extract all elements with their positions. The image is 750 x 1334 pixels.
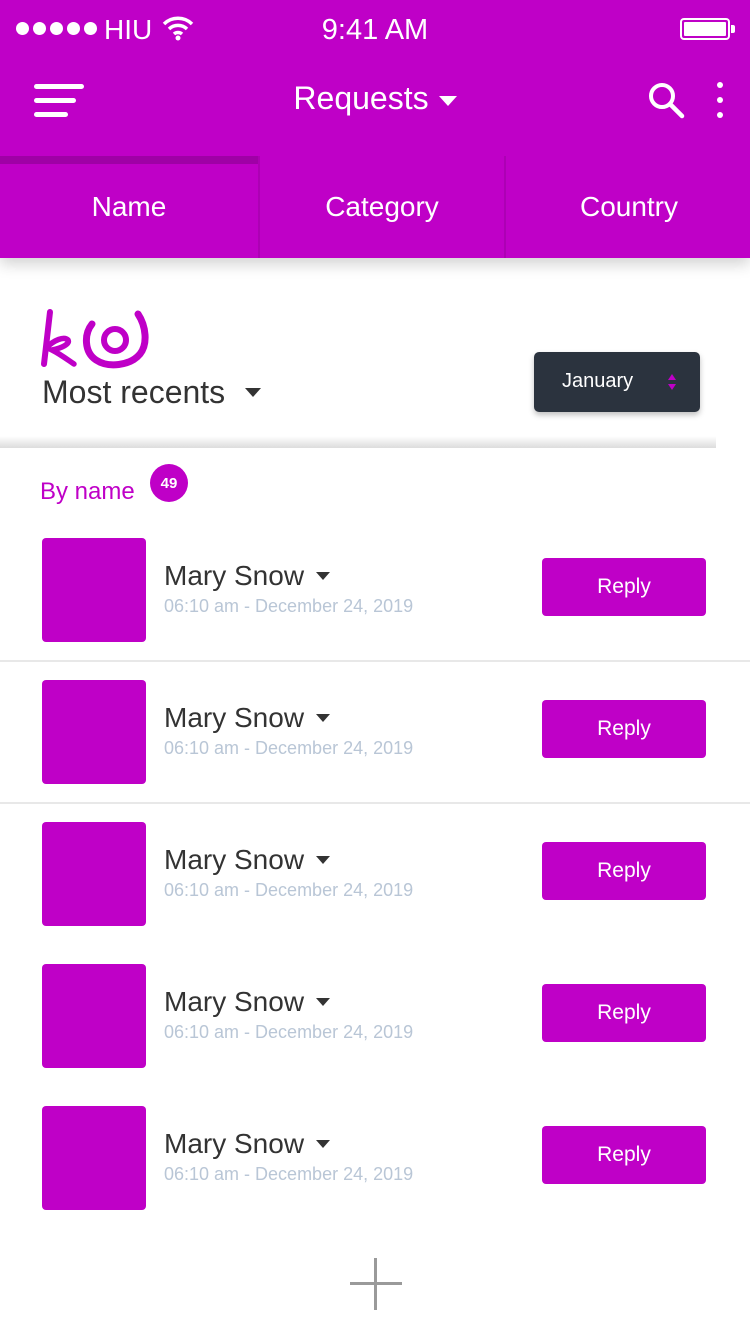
avatar [42,538,146,642]
requester-name-dropdown[interactable]: Mary Snow [164,1128,331,1160]
requester-name-dropdown[interactable]: Mary Snow [164,986,331,1018]
sort-arrows-icon [668,374,676,390]
more-vertical-icon[interactable] [712,78,728,122]
battery-icon [680,18,735,40]
month-select[interactable]: January [534,352,700,412]
requester-name: Mary Snow [164,844,305,875]
status-time: 9:41 AM [321,14,429,46]
title-dropdown[interactable]: Requests [0,80,750,117]
request-date: 06:10 am - December 24, 2019 [164,880,414,900]
tab-name[interactable]: Name [0,156,258,258]
chevron-down-icon [316,1140,331,1148]
chevron-down-icon [316,856,331,864]
tab-bar: Name Category Country [0,156,750,258]
requester-name-dropdown[interactable]: Mary Snow [164,560,331,592]
reply-button[interactable]: Reply [542,700,706,758]
avatar [42,1106,146,1210]
page-title: Requests [293,80,429,116]
month-label: January [562,370,634,392]
reply-button[interactable]: Reply [542,984,706,1042]
app-header: HIU 9:41 AM Requests Name Category Count… [0,0,750,258]
list-item: Mary Snow 06:10 am - December 24, 2019 R… [0,1092,750,1212]
chevron-down-icon [438,95,457,106]
section-title: By name [40,478,135,505]
reply-button[interactable]: Reply [542,842,706,900]
brand-logo [41,309,149,369]
plus-icon[interactable] [350,1258,402,1310]
tab-category[interactable]: Category [258,156,504,258]
requester-name: Mary Snow [164,560,305,591]
chevron-down-icon [316,714,331,722]
list-item: Mary Snow 06:10 am - December 24, 2019 R… [0,666,750,786]
section-divider [0,436,716,448]
request-date: 06:10 am - December 24, 2019 [164,596,414,616]
requester-name-dropdown[interactable]: Mary Snow [164,844,331,876]
row-divider [0,802,750,804]
reply-button[interactable]: Reply [542,1126,706,1184]
request-date: 06:10 am - December 24, 2019 [164,738,414,758]
request-date: 06:10 am - December 24, 2019 [164,1022,414,1042]
requester-name: Mary Snow [164,702,305,733]
requester-name: Mary Snow [164,986,305,1017]
sort-dropdown[interactable]: Most recents [42,374,262,411]
requester-name-dropdown[interactable]: Mary Snow [164,702,331,734]
tab-country[interactable]: Country [504,156,750,258]
requester-name: Mary Snow [164,1128,305,1159]
list-item: Mary Snow 06:10 am - December 24, 2019 R… [0,950,750,1070]
chevron-down-icon [245,388,262,397]
avatar [42,680,146,784]
row-divider [0,660,750,662]
list-item: Mary Snow 06:10 am - December 24, 2019 R… [0,524,750,644]
chevron-down-icon [316,572,331,580]
count-badge: 49 [150,464,188,502]
request-date: 06:10 am - December 24, 2019 [164,1164,414,1184]
avatar [42,822,146,926]
search-icon[interactable] [646,80,686,120]
list-item: Mary Snow 06:10 am - December 24, 2019 R… [0,808,750,928]
avatar [42,964,146,1068]
sort-label: Most recents [42,374,226,410]
status-bar: HIU 9:41 AM [0,0,750,58]
reply-button[interactable]: Reply [542,558,706,616]
chevron-down-icon [316,998,331,1006]
